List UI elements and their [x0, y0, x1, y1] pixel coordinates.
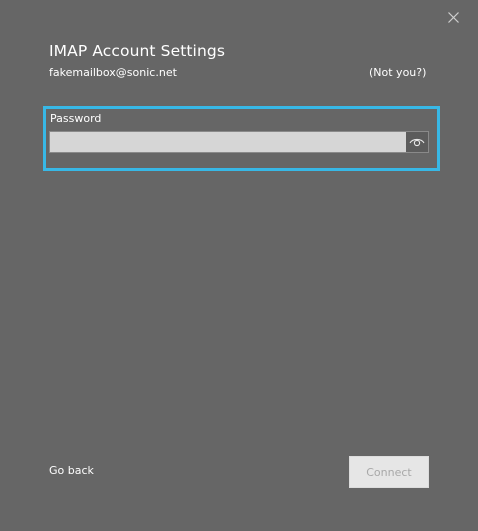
connect-button[interactable]: Connect	[349, 456, 429, 488]
close-button[interactable]	[443, 7, 463, 27]
not-you-link[interactable]: (Not you?)	[369, 66, 426, 79]
reveal-password-button[interactable]	[406, 132, 428, 152]
go-back-link[interactable]: Go back	[49, 464, 94, 477]
close-icon	[447, 11, 459, 23]
password-label: Password	[50, 112, 102, 125]
account-email: fakemailbox@sonic.net	[49, 66, 177, 79]
dialog-title: IMAP Account Settings	[49, 42, 226, 60]
password-input[interactable]	[50, 132, 406, 152]
password-field	[49, 131, 429, 153]
eye-icon	[409, 138, 425, 147]
